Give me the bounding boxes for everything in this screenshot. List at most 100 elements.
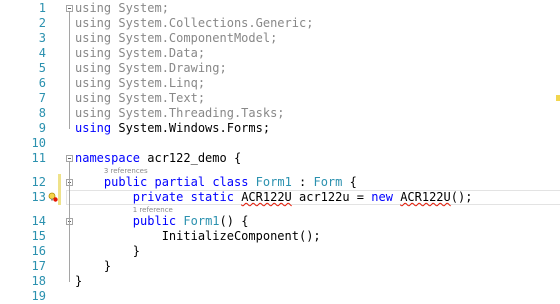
- code-line: 17 }: [0, 259, 560, 274]
- code-token: System.Text;: [111, 91, 206, 105]
- code-token: () {: [219, 214, 249, 228]
- line-number: 1: [38, 1, 46, 15]
- line-number: 13: [31, 190, 46, 204]
- code-line: 6 using System.Linq;: [0, 76, 560, 91]
- code-text[interactable]: namespace acr122_demo {: [75, 151, 241, 166]
- line-number: 9: [38, 121, 46, 135]
- code-text[interactable]: using System.Threading.Tasks;: [75, 106, 285, 121]
- code-text[interactable]: using System.Data;: [75, 46, 205, 61]
- code-text[interactable]: using System.Drawing;: [75, 61, 227, 76]
- code-line: 15 InitializeComponent();: [0, 229, 560, 244]
- code-line: 16 }: [0, 244, 560, 259]
- change-indicator: [58, 174, 61, 205]
- line-number: 16: [31, 244, 46, 258]
- code-text[interactable]: using System.Windows.Forms;: [75, 121, 270, 136]
- keyword-token: public: [103, 175, 148, 189]
- code-text[interactable]: private static ACR122U acr122u = new ACR…: [75, 190, 473, 205]
- code-token: {: [342, 175, 357, 189]
- keyword-token: namespace: [75, 151, 141, 165]
- scrollbar-marker[interactable]: [556, 95, 560, 101]
- collapse-minus-icon[interactable]: [66, 5, 73, 12]
- line-number: 4: [38, 46, 46, 60]
- keyword-token: class: [212, 175, 249, 189]
- code-text[interactable]: InitializeComponent();: [75, 229, 321, 244]
- outline-guide: [69, 12, 70, 129]
- line-number: 11: [31, 151, 46, 165]
- code-line: 11 namespace acr122_demo {: [0, 151, 560, 166]
- line-number: 8: [38, 106, 46, 120]
- line-number: 17: [31, 259, 46, 273]
- keyword-token: partial: [154, 175, 206, 189]
- line-number: 7: [38, 91, 46, 105]
- keyword-token: private: [132, 190, 184, 204]
- code-token: System;: [111, 1, 169, 15]
- code-text[interactable]: }: [75, 244, 140, 259]
- code-token: acr122u =: [291, 190, 372, 204]
- code-text[interactable]: using System.Linq;: [75, 76, 205, 91]
- code-line: 12 public partial class Form1 : Form {: [0, 175, 560, 190]
- code-line: 1 using System;: [0, 1, 560, 16]
- code-token: System.Collections.Generic;: [111, 16, 314, 30]
- line-number: 14: [31, 214, 46, 228]
- code-text[interactable]: public partial class Form1 : Form {: [75, 175, 357, 190]
- line-number: 5: [38, 61, 46, 75]
- code-line: 14 public Form1() {: [0, 214, 560, 229]
- keyword-token: using: [75, 31, 112, 45]
- keyword-token: using: [75, 121, 112, 135]
- code-line: 19: [0, 289, 560, 304]
- keyword-token: using: [75, 91, 112, 105]
- code-token: System.Windows.Forms;: [111, 121, 271, 135]
- line-number: 18: [31, 274, 46, 288]
- code-line: 8 using System.Threading.Tasks;: [0, 106, 560, 121]
- type-token: Form1: [183, 214, 220, 228]
- line-number: 19: [31, 289, 46, 303]
- code-token: acr122_demo {: [140, 151, 242, 165]
- line-number: 3: [38, 31, 46, 45]
- line-number: 6: [38, 76, 46, 90]
- code-text[interactable]: using System.Collections.Generic;: [75, 16, 313, 31]
- code-token: }: [75, 244, 141, 258]
- keyword-token: new: [371, 190, 393, 204]
- type-token: Form1: [255, 175, 292, 189]
- code-text[interactable]: using System.Text;: [75, 91, 205, 106]
- code-line: 13 private static ACR122U acr122u = new …: [0, 190, 560, 205]
- keyword-token: static: [190, 190, 234, 204]
- code-line: 4 using System.Data;: [0, 46, 560, 61]
- code-token: System.Drawing;: [111, 61, 227, 75]
- keyword-token: using: [75, 76, 112, 90]
- code-token: }: [75, 274, 83, 288]
- code-line: 18}: [0, 274, 560, 289]
- error-token: ACR122U: [400, 190, 451, 204]
- line-number: 15: [31, 229, 46, 243]
- code-editor[interactable]: 1 using System; 2 using System.Collections.…: [0, 0, 560, 303]
- code-text[interactable]: public Form1() {: [75, 214, 249, 229]
- keyword-token: public: [132, 214, 177, 228]
- line-number: 10: [31, 136, 46, 150]
- keyword-token: using: [75, 46, 112, 60]
- keyword-token: using: [75, 61, 112, 75]
- outline-guide: [69, 162, 70, 282]
- code-token: :: [291, 175, 314, 189]
- error-token: ACR122U: [241, 190, 292, 204]
- code-token: System.ComponentModel;: [111, 31, 278, 45]
- code-token: System.Linq;: [111, 76, 206, 90]
- code-text[interactable]: using System.ComponentModel;: [75, 31, 277, 46]
- code-line: 2 using System.Collections.Generic;: [0, 16, 560, 31]
- code-token: ();: [450, 190, 473, 204]
- code-token: System.Data;: [111, 46, 206, 60]
- code-text[interactable]: }: [75, 274, 82, 289]
- code-text[interactable]: using System;: [75, 1, 169, 16]
- collapse-minus-icon[interactable]: [66, 155, 73, 162]
- code-line: 10: [0, 136, 560, 151]
- lightbulb-error-icon[interactable]: [48, 192, 58, 202]
- code-token: }: [75, 259, 112, 273]
- type-token: Form: [313, 175, 343, 189]
- code-text[interactable]: }: [75, 259, 111, 274]
- code-line: 9 using System.Windows.Forms;: [0, 121, 560, 136]
- keyword-token: using: [75, 1, 112, 15]
